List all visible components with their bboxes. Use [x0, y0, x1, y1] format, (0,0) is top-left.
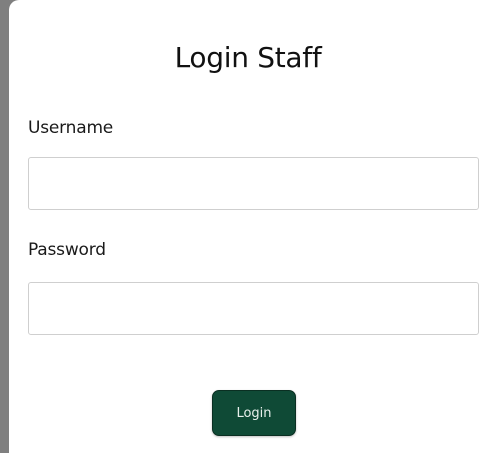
username-label: Username — [28, 118, 114, 138]
page-title: Login Staff — [174, 41, 322, 74]
login-card: Login Staff Username Password Login — [9, 0, 487, 453]
password-label: Password — [28, 240, 106, 260]
login-button[interactable]: Login — [212, 390, 296, 436]
username-input[interactable] — [28, 157, 479, 210]
password-input[interactable] — [28, 282, 479, 335]
